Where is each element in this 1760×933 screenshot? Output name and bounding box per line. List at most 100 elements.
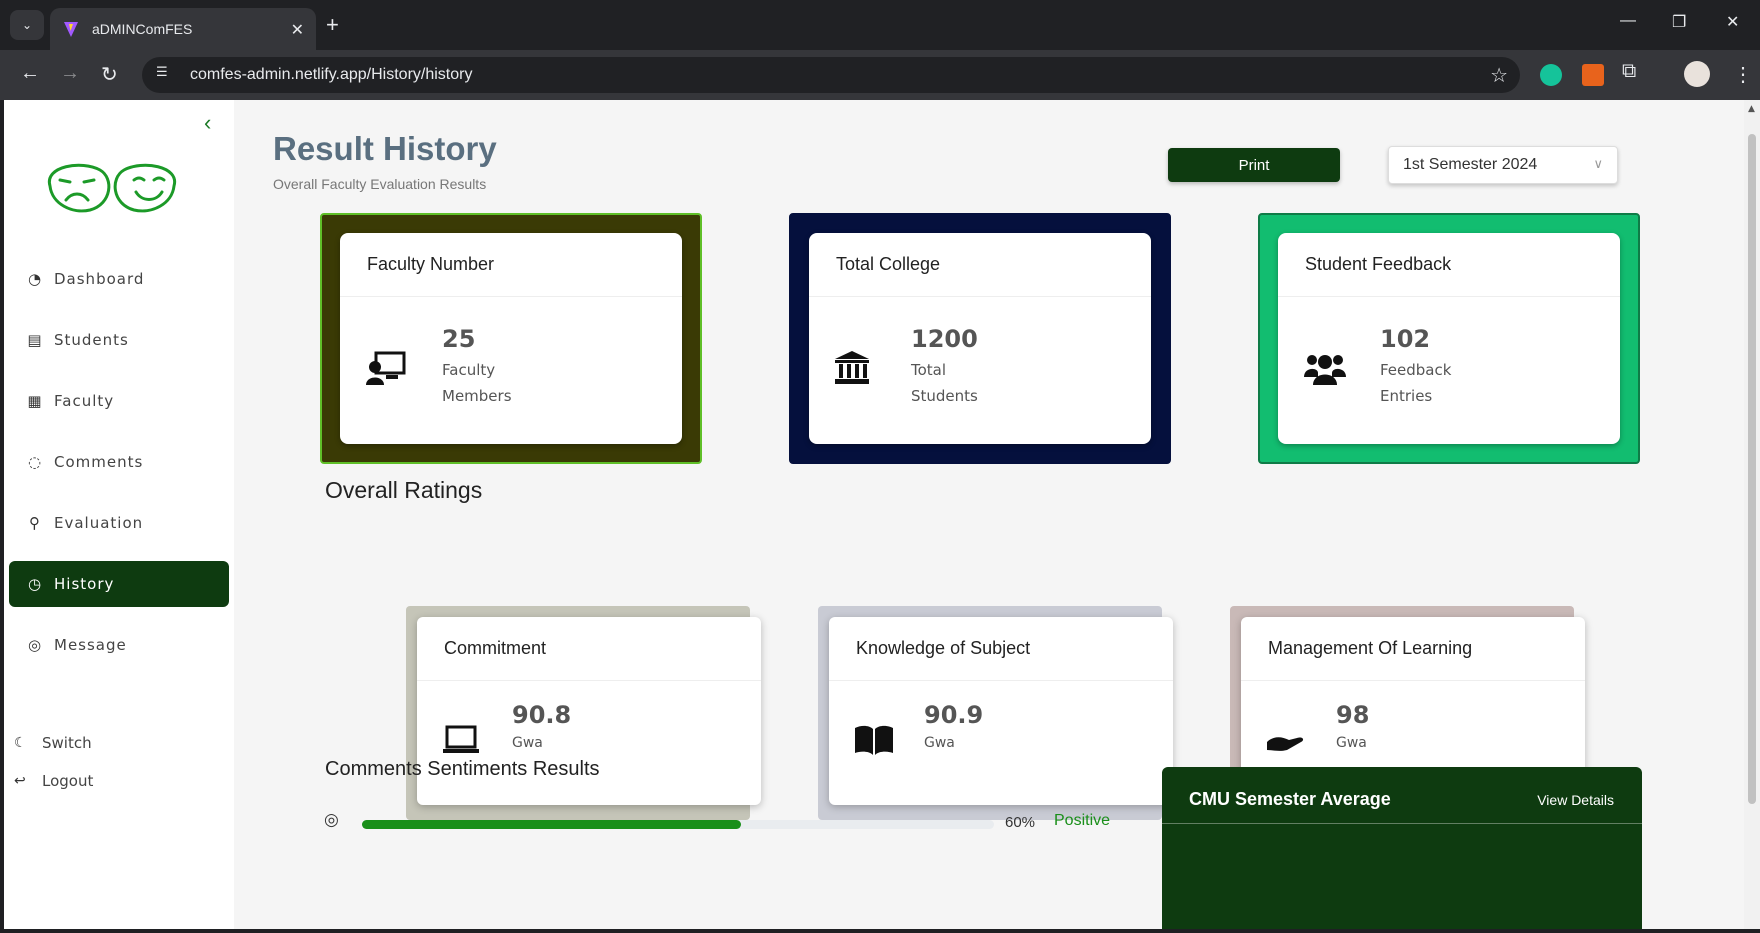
browser-tab[interactable]: aDMINComFES ✕ — [50, 8, 316, 50]
view-details-link[interactable]: View Details — [1537, 792, 1614, 808]
sidebar-item-label: Message — [54, 636, 127, 654]
address-bar[interactable]: ☰ comfes-admin.netlify.app/History/histo… — [142, 57, 1520, 93]
rating-unit: Gwa — [512, 735, 543, 751]
rating-card-commitment: Commitment 90.8 Gwa — [406, 606, 761, 820]
sidebar-collapse-icon[interactable]: ‹ — [204, 110, 211, 136]
stat-card-total-college: Total College 1200 Total Students — [789, 213, 1171, 464]
tab-title: aDMINComFES — [92, 21, 193, 37]
sidebar-item-evaluation[interactable]: ⚲ Evaluation — [9, 500, 229, 546]
divider — [1162, 823, 1642, 824]
semester-select-value: 1st Semester 2024 — [1403, 156, 1538, 173]
rating-card-title: Management Of Learning — [1241, 617, 1585, 681]
list-icon: ▤ — [27, 331, 43, 349]
logout-label: Logout — [42, 772, 94, 790]
forward-icon[interactable]: → — [60, 62, 80, 85]
rating-card-title: Knowledge of Subject — [829, 617, 1173, 681]
grammarly-extension-icon[interactable] — [1540, 64, 1562, 86]
back-icon[interactable]: ← — [20, 62, 40, 85]
vite-favicon-icon — [64, 22, 78, 37]
reload-icon[interactable]: ↻ — [101, 62, 118, 87]
stat-card-body: Total College 1200 Total Students — [809, 233, 1151, 444]
sentiment-progress-track — [362, 820, 994, 829]
stat-card-title: Faculty Number — [340, 233, 682, 297]
comfes-logo-icon — [48, 163, 176, 213]
sidebar-item-label: Faculty — [54, 392, 115, 410]
site-info-icon[interactable]: ☰ — [156, 65, 176, 85]
page-title: Result History — [273, 130, 497, 167]
rating-unit: Gwa — [924, 735, 955, 751]
rating-value: 90.9 — [924, 701, 984, 729]
url-text[interactable]: comfes-admin.netlify.app/History/history — [190, 66, 472, 84]
stat-label: Faculty Members — [442, 361, 512, 405]
semester-average-card: CMU Semester Average View Details — [1162, 767, 1642, 929]
dashboard-icon: ◔ — [27, 270, 43, 288]
semester-average-title: CMU Semester Average — [1189, 789, 1391, 809]
sentiment-progress-fill — [362, 820, 742, 829]
page-viewport: ‹ ◔ Dashboard ▤ Students ▦ Faculty ◌ Com… — [4, 100, 1744, 929]
switch-link[interactable]: ☾ Switch — [14, 734, 92, 752]
stat-value: 25 — [442, 325, 476, 353]
rating-value: 90.8 — [512, 701, 572, 729]
sidebar: ‹ ◔ Dashboard ▤ Students ▦ Faculty ◌ Com… — [4, 100, 234, 929]
stat-label: Total Students — [911, 361, 978, 405]
sentiment-percent: 60% — [1005, 814, 1036, 831]
page-scrollbar[interactable]: ▲ — [1744, 100, 1760, 929]
stat-card-body: Faculty Number 25 Faculty Members — [340, 233, 682, 444]
stat-card-title: Student Feedback — [1278, 233, 1620, 297]
browser-tab-bar: ⌄ aDMINComFES ✕ + — ❐ ✕ — [0, 0, 1760, 50]
profile-avatar[interactable] — [1684, 61, 1710, 87]
users-icon — [1304, 351, 1346, 393]
logout-link[interactable]: ↩ Logout — [14, 772, 93, 790]
stat-card-body: Student Feedback 102 Feedback Entries — [1278, 233, 1620, 444]
sidebar-item-label: Students — [54, 331, 129, 349]
sidebar-item-faculty[interactable]: ▦ Faculty — [9, 378, 229, 424]
comment-icon: ◌ — [27, 453, 43, 471]
tab-close-icon[interactable]: ✕ — [291, 20, 304, 39]
scroll-up-icon[interactable]: ▲ — [1748, 104, 1755, 114]
check-circle-icon: ◎ — [324, 810, 339, 830]
sidebar-item-comments[interactable]: ◌ Comments — [9, 439, 229, 485]
scrollbar-thumb[interactable] — [1748, 134, 1756, 804]
stat-value: 102 — [1380, 325, 1431, 353]
minimize-icon[interactable]: — — [1620, 12, 1636, 30]
teacher-board-icon — [366, 351, 406, 393]
person-search-icon: ⚲ — [29, 514, 41, 532]
sidebar-item-label: Evaluation — [54, 514, 144, 532]
sidebar-item-dashboard[interactable]: ◔ Dashboard — [9, 256, 229, 302]
bookmark-star-icon[interactable]: ☆ — [1490, 63, 1508, 87]
stat-value: 1200 — [911, 325, 978, 353]
sidebar-item-label: Dashboard — [54, 270, 145, 288]
extensions-puzzle-icon[interactable]: ⧉ — [1622, 60, 1636, 83]
sentiment-row: ◎ 60% Positive — [324, 810, 1114, 834]
moon-icon: ☾ — [14, 735, 27, 751]
sentiment-class: Positive — [1054, 812, 1111, 829]
grid-icon: ▦ — [27, 392, 43, 410]
print-button[interactable]: Print — [1168, 148, 1340, 182]
switch-label: Switch — [42, 734, 92, 752]
rating-card-body: Knowledge of Subject 90.9 Gwa — [829, 617, 1173, 805]
book-icon — [855, 725, 893, 763]
rating-unit: Gwa — [1336, 735, 1367, 751]
logout-icon: ↩ — [14, 773, 26, 789]
sidebar-item-label: Comments — [54, 453, 144, 471]
semester-select[interactable]: 1st Semester 2024 ∨ — [1388, 146, 1618, 184]
tab-search-icon[interactable]: ⌄ — [10, 10, 44, 40]
extension-icon[interactable] — [1582, 64, 1604, 86]
sidebar-item-history[interactable]: ◷ History — [9, 561, 229, 607]
chat-icon: ◎ — [27, 636, 43, 654]
sentiments-title: Comments Sentiments Results — [325, 758, 600, 780]
stat-label: Feedback Entries — [1380, 361, 1452, 405]
sidebar-item-students[interactable]: ▤ Students — [9, 317, 229, 363]
sidebar-item-label: History — [54, 575, 115, 593]
new-tab-icon[interactable]: + — [326, 12, 339, 38]
window-close-icon[interactable]: ✕ — [1726, 12, 1739, 32]
stat-card-student-feedback: Student Feedback 102 Feedback Entries — [1258, 213, 1640, 464]
sidebar-item-message[interactable]: ◎ Message — [9, 622, 229, 668]
rating-card-title: Commitment — [417, 617, 761, 681]
institution-icon — [835, 351, 869, 393]
page-subtitle: Overall Faculty Evaluation Results — [273, 176, 487, 192]
restore-icon[interactable]: ❐ — [1672, 12, 1686, 32]
browser-toolbar: ← → ↻ ☰ comfes-admin.netlify.app/History… — [0, 50, 1760, 100]
browser-menu-icon[interactable]: ⋮ — [1733, 62, 1753, 87]
history-icon: ◷ — [27, 575, 43, 593]
